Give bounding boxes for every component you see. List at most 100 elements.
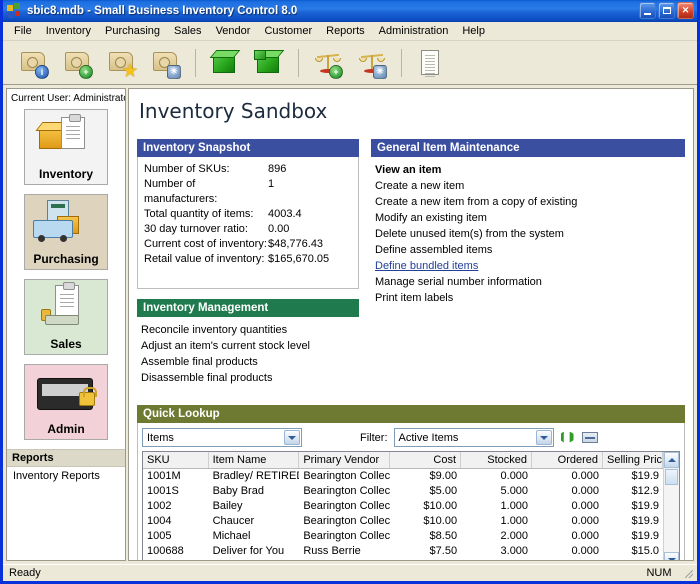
table-row[interactable]: 1004 Chaucer Bearington Collect... $10.0… [143,514,663,529]
sidebar-item-label: Purchasing [33,252,99,266]
admin-art-icon [25,370,107,418]
filter-select[interactable]: Active Items [393,428,554,447]
maintenance-link-view-item[interactable]: View an item [373,162,679,178]
menu-administration[interactable]: Administration [372,23,456,39]
cell-stocked: 1.000 [500,515,529,527]
cell-name: Bradley/ RETIRED [212,470,300,482]
table-row[interactable]: 1001M Bradley/ RETIRED Bearington Collec… [143,469,663,484]
menu-file[interactable]: File [7,23,39,39]
quick-lookup-header: Quick Lookup [137,405,685,423]
sidebar-item-purchasing[interactable]: Purchasing [24,194,108,270]
page-title: Inventory Sandbox [139,99,328,123]
cell-ordered: 0.000 [571,530,600,542]
maintenance-link-modify-item[interactable]: Modify an existing item [373,210,679,226]
resize-grip-icon[interactable] [681,567,695,580]
sidebar-reports-section: Reports Inventory Reports [7,449,125,485]
close-button[interactable]: ✕ [677,2,694,19]
toolbar-disassemble-button[interactable] [252,46,286,80]
management-link-disassemble[interactable]: Disassemble final products [139,370,353,386]
cell-cost: $5.00 [429,485,458,497]
scroll-thumb[interactable] [665,469,678,485]
toolbar-reconcile-adjust-button[interactable]: ✳ [355,46,389,80]
info-badge-icon: i [35,64,49,79]
sidebar-item-admin[interactable]: Admin [24,364,108,440]
toolbar-assemble-button[interactable] [208,46,242,80]
maintenance-link-bundled-items[interactable]: Define bundled items [373,258,679,274]
cell-ordered: 0.000 [571,515,600,527]
column-header-selling-price[interactable]: Selling Price [603,452,664,468]
toolbar-new-item-button[interactable]: + [61,46,95,80]
table-row[interactable]: 1005 Michael Bearington Collect... $8.50… [143,529,663,544]
maintenance-link-create-item[interactable]: Create a new item [373,178,679,194]
minimize-button[interactable] [639,2,656,19]
grid-vertical-scrollbar[interactable] [663,452,679,560]
sidebar-item-inventory[interactable]: Inventory [24,109,108,185]
sidebar: Current User: Administrator Inventory Pu… [6,88,126,561]
sidebar-item-label: Admin [47,422,85,436]
column-header-name[interactable]: Item Name [209,452,300,468]
scroll-up-button[interactable] [664,452,679,468]
management-link-reconcile[interactable]: Reconcile inventory quantities [139,322,353,338]
toolbar-favorite-item-button[interactable]: ★ [105,46,139,80]
toolbar-reconcile-add-button[interactable]: + [311,46,345,80]
column-header-stocked[interactable]: Stocked [461,452,533,468]
cell-ordered: 0.000 [571,470,600,482]
maintenance-link-delete-items[interactable]: Delete unused item(s) from the system [373,226,679,242]
status-num-indicator: NUM [646,567,672,579]
table-row[interactable]: 1001S Baby Brad Bearington Collect... $5… [143,484,663,499]
cell-vendor: Bearington Collect... [303,515,391,527]
toolbar-print-labels-button[interactable] [414,46,448,80]
chevron-down-icon[interactable] [535,430,552,445]
quick-lookup-controls: Items Filter: Active Items [142,428,680,447]
menu-customer[interactable]: Customer [257,23,319,39]
document-icon [421,49,439,77]
maintenance-link-assembled-items[interactable]: Define assembled items [373,242,679,258]
entity-select[interactable]: Items [142,428,302,447]
purchasing-art-icon [25,200,107,248]
sales-art-icon [25,282,107,333]
general-item-maintenance-header: General Item Maintenance [371,139,685,157]
menu-sales[interactable]: Sales [167,23,209,39]
quick-lookup-body: Items Filter: Active Items SKU Item Name… [137,423,685,560]
quick-lookup-grid: SKU Item Name Primary Vendor Cost Stocke… [142,451,680,560]
snapshot-row: Current cost of inventory: $48,776.43 [144,237,352,252]
menu-help[interactable]: Help [455,23,492,39]
cell-ordered: 0.000 [571,545,600,557]
table-row[interactable]: 1002 Bailey Bearington Collect... $10.00… [143,499,663,514]
menu-inventory[interactable]: Inventory [39,23,98,39]
maximize-button[interactable] [658,2,675,19]
snapshot-row: Total quantity of items: 4003.4 [144,207,352,222]
chevron-down-icon[interactable] [284,430,300,445]
column-header-ordered[interactable]: Ordered [532,452,604,468]
sidebar-link-inventory-reports[interactable]: Inventory Reports [7,467,125,485]
refresh-icon[interactable] [560,431,576,445]
scroll-track[interactable] [664,485,679,552]
cell-ordered: 0.000 [532,559,603,560]
table-row[interactable]: 100688 Deliver for You Russ Berrie $7.50… [143,544,663,559]
column-header-cost[interactable]: Cost [390,452,462,468]
column-header-sku[interactable]: SKU [143,452,209,468]
cell-stocked: 5.000 [500,485,529,497]
cell-name: Michael [212,530,251,542]
maintenance-link-copy-item[interactable]: Create a new item from a copy of existin… [373,194,679,210]
column-header-vendor[interactable]: Primary Vendor [299,452,391,468]
menu-purchasing[interactable]: Purchasing [98,23,167,39]
cell-cost: $8.00 [390,559,461,560]
right-column: General Item Maintenance View an item Cr… [371,139,685,393]
toolbar-item-settings-button[interactable]: ✳ [149,46,183,80]
table-row[interactable]: 100690 Dentist Russ Berrie $8.00 3.000 0… [143,559,663,560]
cell-vendor: Bearington Collect... [303,485,391,497]
grid-main: SKU Item Name Primary Vendor Cost Stocke… [143,452,664,560]
filter-select-value: Active Items [398,431,459,444]
management-link-assemble[interactable]: Assemble final products [139,354,353,370]
menu-reports[interactable]: Reports [319,23,372,39]
scroll-down-button[interactable] [664,552,679,560]
grid-scroll-row: SKU Item Name Primary Vendor Cost Stocke… [143,452,679,560]
maintenance-link-print-labels[interactable]: Print item labels [373,290,679,306]
management-link-adjust-stock[interactable]: Adjust an item's current stock level [139,338,353,354]
toolbar-view-item-button[interactable]: i [17,46,51,80]
maintenance-link-serial-numbers[interactable]: Manage serial number information [373,274,679,290]
menu-vendor[interactable]: Vendor [209,23,258,39]
column-layout-icon[interactable] [581,432,598,443]
sidebar-item-sales[interactable]: Sales [24,279,108,355]
